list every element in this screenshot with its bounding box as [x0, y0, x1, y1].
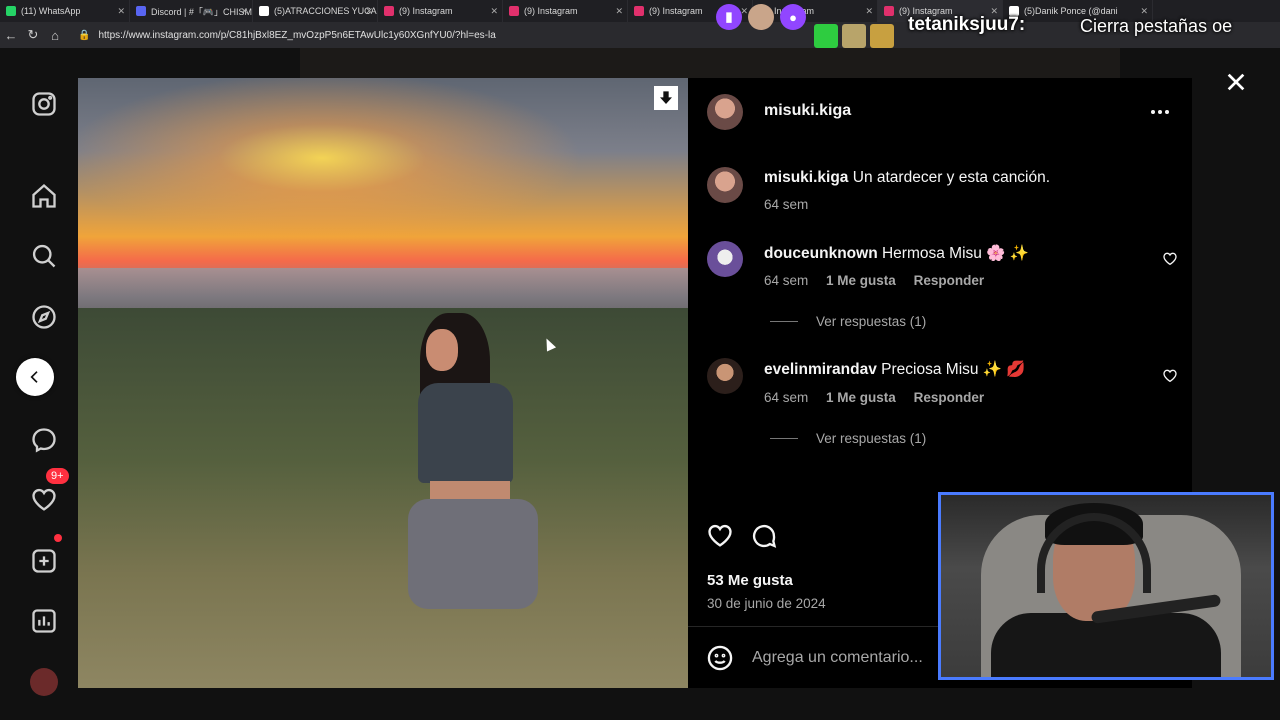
comment-time: 64 sem: [764, 390, 809, 405]
comment-bubble-icon[interactable]: [750, 522, 778, 550]
chat-username: tetaniksjuu7:: [908, 14, 1026, 35]
comment-input[interactable]: [752, 646, 942, 670]
extension-icons: [814, 24, 894, 48]
home-nav-icon[interactable]: [28, 180, 60, 212]
caption-time: 64 sem: [764, 197, 809, 212]
create-nav-icon[interactable]: [28, 545, 60, 577]
messages-badge: 9+: [46, 468, 69, 484]
girl-sitting: [408, 313, 538, 623]
author-username[interactable]: misuki.kiga: [764, 102, 851, 120]
close-tab-icon[interactable]: ✕: [1140, 6, 1148, 17]
close-tab-icon[interactable]: ✕: [615, 6, 623, 17]
grass-field: [78, 308, 688, 688]
badge-icon: [842, 24, 866, 48]
instagram-logo-icon[interactable]: [28, 88, 60, 120]
close-tab-icon[interactable]: ✕: [240, 6, 248, 17]
instagram-icon: [509, 6, 519, 16]
explore-nav-icon[interactable]: [28, 301, 60, 333]
close-tab-icon[interactable]: ✕: [490, 6, 498, 17]
comment-text: Hermosa Misu 🌸 ✨: [881, 245, 1030, 262]
like-comment-icon[interactable]: [1162, 368, 1178, 384]
home-icon[interactable]: ⌂: [44, 24, 66, 46]
messenger-nav-icon[interactable]: [28, 424, 60, 456]
reply-button[interactable]: Responder: [914, 390, 985, 405]
post-actions: [706, 522, 778, 550]
like-comment-icon[interactable]: [1162, 251, 1178, 267]
like-heart-icon[interactable]: [706, 522, 734, 550]
caption: misuki.kiga Un atardecer y esta canción.: [764, 169, 1050, 187]
comment-username[interactable]: douceunknown: [764, 245, 878, 262]
sunset-sky: [78, 78, 688, 278]
notifications-heart-icon[interactable]: [28, 484, 60, 516]
instagram-icon: [384, 6, 394, 16]
instagram-icon: [634, 6, 644, 16]
streamer-avatar: [748, 4, 774, 30]
comment-avatar[interactable]: [707, 241, 743, 277]
city-skyline: [78, 268, 688, 308]
reload-icon[interactable]: ↻: [22, 24, 44, 46]
emoji-icon[interactable]: [706, 644, 734, 672]
comment-text: Preciosa Misu ✨ 💋: [881, 361, 1026, 378]
comment-meta: 64 sem 1 Me gusta Responder: [764, 273, 998, 288]
close-icon: [1227, 73, 1245, 91]
comment: douceunknown Hermosa Misu 🌸 ✨: [764, 244, 1029, 263]
instagram-icon: [884, 6, 894, 16]
comment-likes[interactable]: 1 Me gusta: [826, 273, 896, 288]
close-tab-icon[interactable]: ✕: [365, 6, 373, 17]
likes-count[interactable]: 53 Me gusta: [707, 572, 793, 589]
tab-discord[interactable]: Discord | #「🎮」CHISM ✕: [130, 0, 253, 22]
caption-text: Un atardecer y esta canción.: [852, 169, 1051, 186]
close-modal-button[interactable]: [1222, 68, 1250, 96]
post-photo[interactable]: [78, 78, 688, 688]
tab-instagram-1[interactable]: (9) Instagram ✕: [378, 0, 503, 22]
discord-icon: [136, 6, 146, 16]
lock-icon: 🔒: [78, 29, 91, 41]
tab-tiktok-atracciones[interactable]: (5)ATRACCIONES YUCA ✕: [253, 0, 378, 22]
caption-avatar[interactable]: [707, 167, 743, 203]
tab-whatsapp[interactable]: (11) WhatsApp ✕: [0, 0, 130, 22]
author-avatar[interactable]: [707, 94, 743, 130]
reply-button[interactable]: Responder: [914, 273, 985, 288]
view-replies-button[interactable]: Ver respuestas (1): [770, 431, 926, 446]
previous-post-button[interactable]: [16, 358, 54, 396]
chat-message: Cierra pestañas oe: [1080, 16, 1233, 36]
post-date: 30 de junio de 2024: [707, 596, 826, 611]
comment-likes[interactable]: 1 Me gusta: [826, 390, 896, 405]
close-tab-icon[interactable]: ✕: [865, 6, 873, 17]
tiktok-icon: [259, 6, 269, 16]
comment: evelinmirandav Preciosa Misu ✨ 💋: [764, 360, 1026, 379]
back-icon[interactable]: ←: [0, 24, 22, 46]
sword-icon: [814, 24, 838, 48]
close-tab-icon[interactable]: ✕: [117, 6, 125, 17]
bus-icon: [870, 24, 894, 48]
notification-dot: [54, 534, 62, 542]
comment-meta: 64 sem 1 Me gusta Responder: [764, 390, 998, 405]
tab-instagram-2[interactable]: (9) Instagram ✕: [503, 0, 628, 22]
comment-time: 64 sem: [764, 273, 809, 288]
twitch-icon: ▮: [716, 4, 742, 30]
comment-avatar[interactable]: [707, 358, 743, 394]
view-replies-button[interactable]: Ver respuestas (1): [770, 314, 926, 329]
caption-meta: 64 sem: [764, 197, 822, 212]
chevron-left-icon: [30, 371, 38, 383]
profile-avatar[interactable]: [30, 668, 58, 696]
stream-overlay-icons: ▮ ●: [716, 4, 806, 30]
background-feed: [300, 48, 1120, 78]
search-nav-icon[interactable]: [28, 240, 60, 272]
dashboard-nav-icon[interactable]: [28, 605, 60, 637]
comment-username[interactable]: evelinmirandav: [764, 361, 877, 378]
whatsapp-icon: [6, 6, 16, 16]
download-icon[interactable]: [654, 86, 678, 110]
caption-username[interactable]: misuki.kiga: [764, 169, 848, 186]
user-icon: ●: [780, 4, 806, 30]
webcam-overlay: [938, 492, 1274, 680]
more-options-icon[interactable]: [1146, 100, 1174, 124]
